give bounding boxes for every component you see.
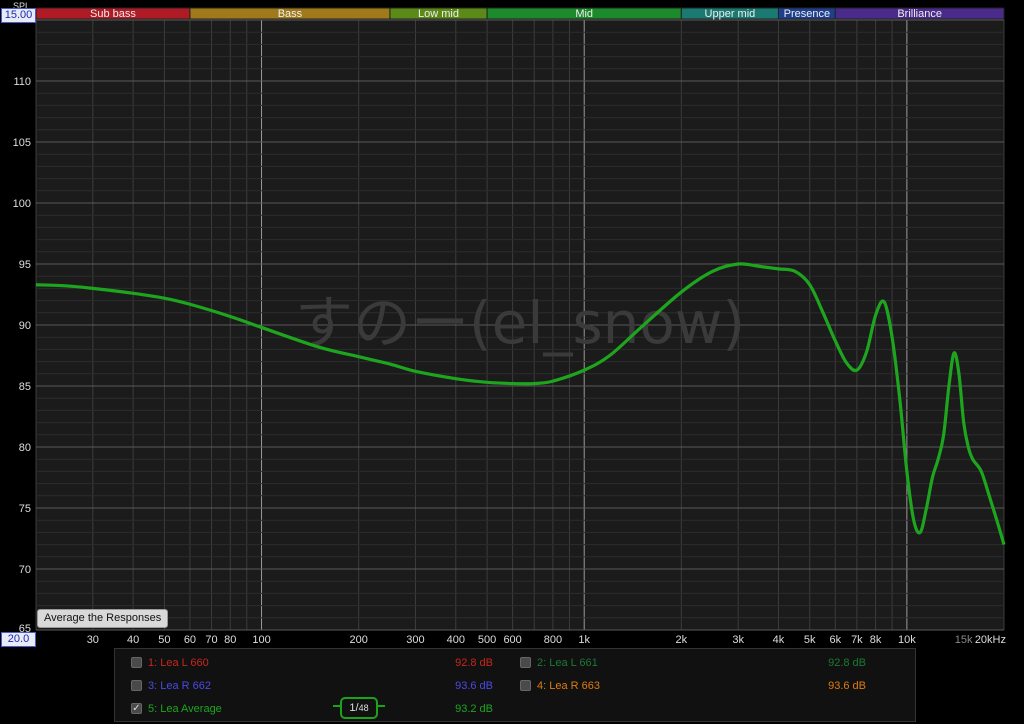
legend-label-1: 1: Lea L 660 [148,657,209,669]
x-min-input[interactable]: 20.0 [1,632,36,647]
y-tick-label-0: 70 [19,564,31,576]
x-tick-label-14: 1k [578,634,590,646]
x-tick-label-1: 30 [87,634,99,646]
smoothing-control[interactable]: 1/48 [340,697,378,719]
x-tick-label-21: 8k [870,634,882,646]
x-tick-label-18: 5k [804,634,816,646]
x-tick-label-5: 70 [205,634,217,646]
y-tick-label-1: 75 [19,503,31,515]
legend-value-2: 92.8 dB [828,657,866,669]
legend-value-3: 93.6 dB [455,680,493,692]
band-label-0: Sub bass [90,8,136,20]
x-tick-label-7: 100 [252,634,270,646]
band-label-1: Bass [278,8,303,20]
x-tick-label-19: 6k [829,634,841,646]
x-tick-label-10: 400 [447,634,465,646]
y-tick-label-2: 80 [19,442,31,454]
legend-label-3: 3: Lea R 662 [148,680,211,692]
x-tick-label-17: 4k [773,634,785,646]
legend-value-4: 93.6 dB [828,680,866,692]
smoothing-numerator: 1 [349,702,356,714]
legend-label-4: 4: Lea R 663 [537,680,600,692]
x-tick-label-4: 60 [184,634,196,646]
y-max-input[interactable]: 15.00 [1,8,36,23]
x-tick-label-13: 800 [544,634,562,646]
y-tick-label-3: 85 [19,381,31,393]
legend-checkbox-2[interactable] [520,657,531,668]
y-tick-label-5: 95 [19,259,31,271]
legend-checkbox-5[interactable]: ✓ [131,703,142,714]
legend-checkbox-1[interactable] [131,657,142,668]
x-tick-label-15: 2k [676,634,688,646]
x-tick-label-16: 3k [732,634,744,646]
watermark: すのー(el_snow) [295,289,745,357]
band-label-3: Mid [575,8,593,20]
band-label-6: Brilliance [897,8,942,20]
y-tick-label-8: 110 [13,76,31,88]
legend-checkbox-3[interactable] [131,680,142,691]
frequency-bands: Sub bass Bass Low mid Mid Upper mid Presence B… [35,7,1005,20]
x-tick-label-2: 40 [127,634,139,646]
legend-panel: 1: Lea L 660 92.8 dB 2: Lea L 661 92.8 d… [114,648,916,722]
band-label-2: Low mid [418,8,459,20]
x-tick-label-3: 50 [158,634,170,646]
legend-label-2: 2: Lea L 661 [537,657,598,669]
frequency-response-chart: Sub bass Bass Low mid Mid Upper mid Presence B… [13,7,1006,646]
x-tick-label-6: 80 [224,634,236,646]
x-axis: 30 40 50 60 70 80 100 200 300 400 500 600 800 1k 2k 3k 4… [87,634,1006,646]
band-label-5: Presence [784,8,830,20]
y-axis: 70758085909510010511065 [13,76,31,635]
x-tick-label-9: 300 [406,634,424,646]
legend-value-5: 93.2 dB [455,703,493,715]
y-tick-label-4: 90 [19,320,31,332]
average-responses-button[interactable]: Average the Responses [37,609,169,628]
legend-checkbox-4[interactable] [520,680,531,691]
legend-label-5: 5: Lea Average [148,703,222,715]
y-tick-label-6: 100 [13,198,31,210]
x-tick-label-22: 10k [898,634,916,646]
legend-value-1: 92.8 dB [455,657,493,669]
x-tick-label-12: 600 [503,634,521,646]
smoothing-slider-right [377,705,385,707]
x-tick-label-11: 500 [478,634,496,646]
x-tick-label-8: 200 [349,634,367,646]
x-tick-label-23: 15k [955,634,973,646]
smoothing-denominator: 48 [358,703,369,713]
x-tick-label-24: 20kHz [975,634,1006,646]
y-tick-label-7: 105 [13,137,31,149]
x-tick-label-20: 7k [851,634,863,646]
band-label-4: Upper mid [705,8,756,20]
